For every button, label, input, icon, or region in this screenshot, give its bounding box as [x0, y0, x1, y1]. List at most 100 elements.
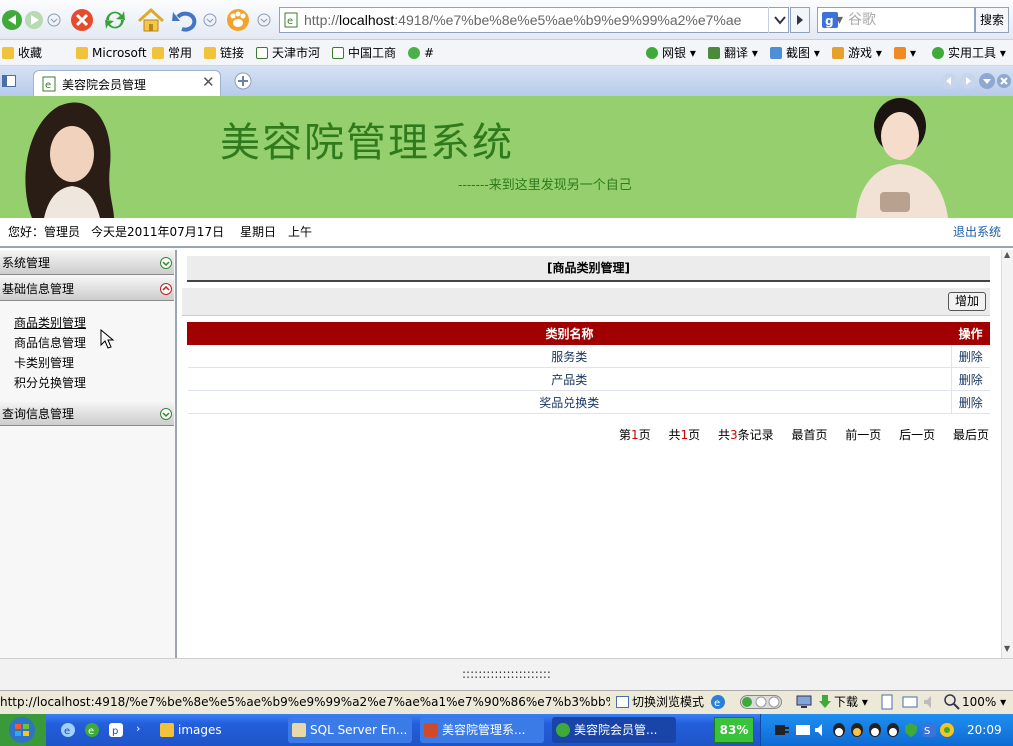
sidebar-toggle-icon[interactable] [2, 75, 16, 87]
task-beauty-system[interactable]: 美容院管理系... [420, 717, 544, 743]
page-scrollbar[interactable]: ▲ ▼ [1001, 250, 1013, 658]
collapse-icon [160, 283, 172, 295]
ie-icon: e [710, 694, 726, 710]
pager-first-link[interactable]: 最首页 [791, 428, 827, 442]
scroll-down-icon[interactable]: ▼ [1004, 644, 1010, 653]
power-plug-icon[interactable] [771, 723, 789, 737]
search-placeholder: 谷歌 [848, 12, 876, 28]
browse-mode-toggle[interactable]: 切换浏览模式 [632, 691, 704, 713]
scroll-up-icon[interactable]: ▲ [1004, 250, 1010, 259]
window-icon[interactable] [902, 694, 918, 710]
quicklaunch-ie-icon[interactable]: e [60, 722, 76, 738]
favorites-menu[interactable]: 收藏 [2, 44, 42, 62]
logout-link[interactable]: 退出系统 [953, 218, 1001, 246]
tray-qq-icon[interactable] [831, 722, 847, 738]
task-beauty-member[interactable]: 美容院会员管... [552, 717, 676, 743]
tray-qq2-icon[interactable] [849, 722, 865, 738]
address-bar[interactable]: e http://localhost:4918/%e7%be%8e%e5%ae%… [279, 7, 789, 33]
tray-qq4-icon[interactable] [885, 722, 901, 738]
download-menu[interactable]: 下载 ▾ [834, 691, 868, 713]
search-engine-dropdown-icon[interactable]: ▾ [836, 8, 843, 32]
menu-basic-info-management[interactable]: 基础信息管理 [0, 277, 174, 301]
new-tab-icon[interactable] [234, 72, 252, 90]
games-icon [832, 47, 844, 59]
quicklaunch-expand-icon[interactable]: › [136, 722, 140, 735]
delete-link[interactable]: 删除 [951, 344, 990, 368]
zoom-level[interactable]: 100% ▾ [962, 691, 1006, 713]
system-tray: S 20:09 [760, 714, 1013, 746]
history-dropdown-icon[interactable] [44, 5, 64, 35]
speaker-icon[interactable] [922, 694, 938, 710]
task-images[interactable]: images [156, 717, 280, 743]
favorite-item[interactable]: 天津市河 [256, 44, 320, 62]
tab-nav-left-icon[interactable] [940, 72, 958, 90]
tray-network-icon[interactable] [795, 722, 811, 738]
add-button[interactable]: 增加 [948, 292, 986, 311]
translate-menu[interactable]: 翻译 ▾ [708, 44, 758, 62]
tray-input-icon[interactable]: S [921, 722, 937, 738]
paw-dropdown-icon[interactable] [254, 5, 274, 35]
battery-meter[interactable]: 83% [714, 717, 754, 743]
frame-splitter[interactable]: :::::::::::::::::::::: [0, 658, 1013, 690]
start-button[interactable] [0, 714, 46, 746]
tray-volume-icon[interactable] [813, 722, 829, 738]
undo-icon[interactable] [170, 5, 200, 35]
go-button[interactable] [790, 7, 810, 33]
browser-toolbar: e http://localhost:4918/%e7%be%8e%e5%ae%… [0, 0, 1013, 40]
games-menu[interactable]: 游戏 ▾ [832, 44, 882, 62]
group-menu[interactable]: ▾ [894, 44, 924, 62]
stop-icon[interactable] [68, 5, 98, 35]
tray-qq3-icon[interactable] [867, 722, 883, 738]
tab-nav-right-icon[interactable] [959, 72, 977, 90]
speed-toggle-icon[interactable] [740, 695, 782, 709]
expand-icon [160, 257, 172, 269]
quicklaunch-app-icon[interactable]: p [108, 722, 124, 738]
folder-icon [152, 47, 164, 59]
monitor-icon[interactable] [796, 694, 812, 710]
delete-link[interactable]: 删除 [951, 390, 990, 414]
screenshot-menu[interactable]: 截图 ▾ [770, 44, 820, 62]
tab-list-icon[interactable] [978, 72, 996, 90]
tray-shield-icon[interactable] [903, 722, 919, 738]
tab-member-management[interactable]: e 美容院会员管理 ✕ [33, 70, 221, 96]
zoom-icon [944, 694, 960, 710]
undo-dropdown-icon[interactable] [200, 5, 220, 35]
quicklaunch-browser-icon[interactable]: e [84, 722, 100, 738]
pager-prev-link[interactable]: 前一页 [845, 428, 881, 442]
search-button[interactable]: 搜索 [975, 7, 1009, 33]
favorite-item[interactable]: 中国工商 [332, 44, 396, 62]
task-sql-server[interactable]: SQL Server En... [288, 717, 412, 743]
address-dropdown-icon[interactable] [768, 7, 790, 33]
tools-menu[interactable]: 实用工具 ▾ [932, 44, 1006, 62]
favorite-item[interactable]: 链接 [204, 44, 244, 62]
bookmark-icon[interactable] [880, 694, 894, 710]
pager-next-link[interactable]: 后一页 [899, 428, 935, 442]
address-host: localhost [339, 12, 395, 28]
home-icon[interactable] [136, 5, 166, 35]
sidebar-item-product-category[interactable]: 商品类别管理 [14, 314, 86, 331]
refresh-icon[interactable] [100, 5, 130, 35]
search-input[interactable]: g ▾ 谷歌 [817, 7, 975, 33]
tray-app-icon[interactable] [939, 722, 955, 738]
page-icon: e [42, 76, 56, 92]
table-row: 奖品兑换类 删除 [187, 390, 990, 414]
favorite-item[interactable]: # [408, 44, 434, 62]
sidebar-item-card-category[interactable]: 卡类别管理 [14, 354, 74, 371]
menu-query-info-management[interactable]: 查询信息管理 [0, 402, 174, 426]
sidebar-item-product-info[interactable]: 商品信息管理 [14, 334, 86, 351]
greeting-weekday: 星期日 [240, 225, 277, 239]
favorite-item[interactable]: 常用 [152, 44, 192, 62]
delete-link[interactable]: 删除 [951, 367, 990, 391]
sidebar-item-points-exchange[interactable]: 积分兑换管理 [14, 374, 86, 391]
favorite-item[interactable]: Microsoft [76, 44, 147, 62]
category-name-cell: 产品类 [187, 367, 952, 391]
bank-menu[interactable]: 网银 ▾ [646, 44, 696, 62]
tab-close-all-icon[interactable] [996, 72, 1012, 90]
menu-system-management[interactable]: 系统管理 [0, 251, 174, 275]
close-tab-icon[interactable]: ✕ [202, 73, 215, 91]
status-url: http://localhost:4918/%e7%be%8e%e5%ae%b9… [0, 695, 610, 709]
paw-icon[interactable] [224, 5, 254, 35]
pager-last-link[interactable]: 最后页 [953, 428, 989, 442]
tab-bar: e 美容院会员管理 ✕ [0, 66, 1013, 96]
greeting-user: 您好：管理员 [8, 225, 81, 239]
